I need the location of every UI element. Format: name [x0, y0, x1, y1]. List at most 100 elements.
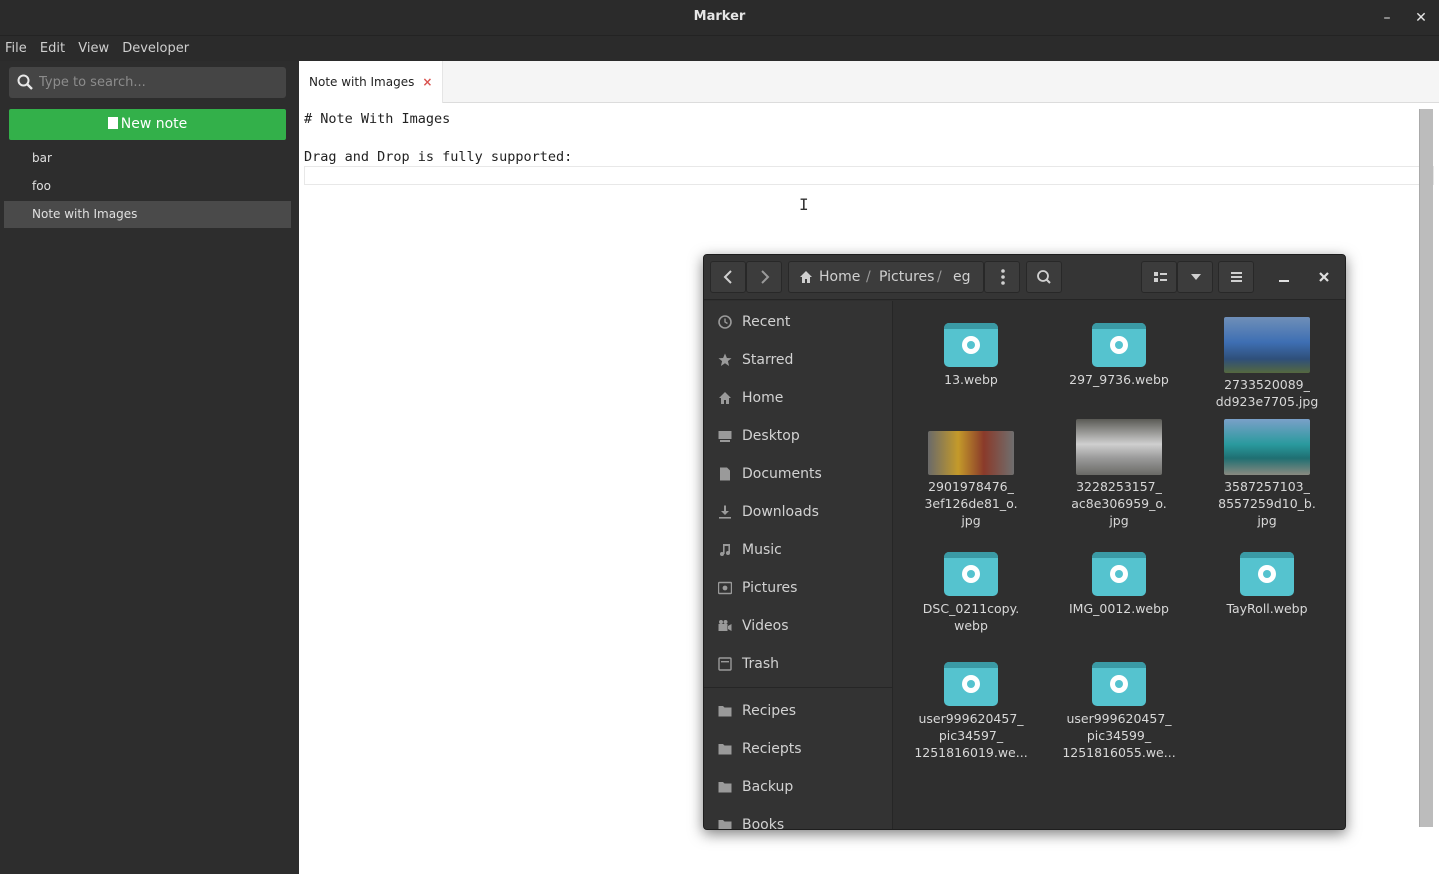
download-icon [719, 505, 731, 519]
photo-thumbnail [1224, 419, 1310, 475]
close-window-button[interactable]: ✕ [1411, 8, 1431, 28]
file-name: 13.webp [944, 372, 998, 387]
note-item-note-with-images[interactable]: Note with Images [4, 201, 291, 228]
file-item[interactable]: 2901978476_ 3ef126de81_o. jpg [901, 431, 1041, 529]
photo-thumbnail [1224, 317, 1310, 373]
file-name: 2901978476_ 3ef126de81_o. jpg [924, 479, 1018, 528]
image-file-icon [1092, 552, 1146, 596]
search-files-button[interactable] [1026, 261, 1062, 293]
tab-note-with-images[interactable]: Note with Images × [299, 61, 444, 103]
menu-file[interactable]: File [0, 36, 31, 61]
tab-label: Note with Images [309, 75, 415, 89]
file-name: IMG_0012.webp [1069, 601, 1169, 616]
notes-sidebar: New note bar foo Note with Images [0, 61, 299, 874]
file-name: 297_9736.webp [1069, 372, 1169, 387]
places-sidebar: Recent Starred Home Desktop Documents Do… [704, 301, 893, 829]
window-title: Marker [693, 9, 746, 24]
file-item[interactable]: 3587257103_ 8557259d10_b. jpg [1197, 419, 1337, 529]
breadcrumb-pictures[interactable]: Pictures [879, 262, 934, 292]
path-menu-button[interactable] [984, 261, 1020, 293]
file-item[interactable]: 297_9736.webp [1049, 323, 1189, 388]
file-name: 3587257103_ 8557259d10_b. jpg [1218, 479, 1316, 528]
image-file-icon [1092, 323, 1146, 367]
place-label: Music [742, 542, 782, 558]
menu-view[interactable]: View [73, 36, 113, 61]
folder-icon [718, 744, 732, 755]
new-note-label: New note [120, 116, 188, 132]
video-icon [718, 620, 732, 631]
breadcrumb-separator: / [937, 269, 942, 285]
breadcrumb-home[interactable]: Home [819, 262, 860, 292]
minimize-icon [1279, 280, 1289, 282]
image-file-icon [1092, 662, 1146, 706]
picture-icon [718, 581, 732, 595]
close-icon [1319, 272, 1329, 282]
place-label: Reciepts [742, 741, 802, 757]
editor-line: # Note With Images [304, 111, 451, 127]
file-item[interactable]: DSC_0211copy. webp [901, 552, 1041, 634]
hamburger-icon [1231, 272, 1242, 282]
photo-thumbnail [1076, 419, 1162, 475]
file-name: user999620457_ pic34597_ 1251816019.we..… [914, 711, 1028, 760]
image-file-icon [944, 662, 998, 706]
image-file-icon [944, 323, 998, 367]
menu-edit[interactable]: Edit [35, 36, 69, 61]
current-line-highlight [304, 166, 1434, 185]
forward-button[interactable] [746, 261, 782, 293]
document-icon [720, 467, 730, 481]
file-name: TayRoll.webp [1226, 601, 1308, 616]
place-label: Trash [742, 656, 779, 672]
file-item[interactable]: 2733520089_ dd923e7705.jpg [1197, 317, 1337, 410]
music-icon [720, 544, 730, 556]
place-label: Documents [742, 466, 822, 482]
breadcrumb-separator: / [866, 269, 871, 285]
search-icon [17, 74, 33, 90]
place-label: Recent [742, 314, 791, 330]
chevron-right-icon [761, 270, 770, 284]
file-item[interactable]: IMG_0012.webp [1049, 552, 1189, 617]
place-label: Starred [742, 352, 794, 368]
file-item[interactable]: 3228253157_ ac8e306959_o. jpg [1049, 419, 1189, 529]
tab-bar: Note with Images × [299, 61, 1439, 103]
note-item-bar[interactable]: bar [4, 145, 291, 172]
file-item[interactable]: user999620457_ pic34597_ 1251816019.we..… [901, 662, 1041, 761]
place-label: Home [742, 390, 784, 406]
folder-icon [718, 820, 732, 829]
search-box [9, 67, 286, 98]
chevron-left-icon [723, 270, 732, 284]
image-file-icon [1240, 552, 1294, 596]
vertical-dots-icon [1001, 269, 1005, 285]
text-cursor-icon: I [799, 195, 809, 214]
dialog-close-button[interactable] [1312, 265, 1336, 289]
back-button[interactable] [710, 261, 746, 293]
note-item-foo[interactable]: foo [4, 173, 291, 200]
markdown-editor[interactable]: # Note With Images Drag and Drop is full… [304, 110, 572, 167]
file-item[interactable]: user999620457_ pic34599_ 1251816055.we..… [1049, 662, 1189, 761]
note-title: bar [32, 151, 52, 165]
minimize-button[interactable]: – [1377, 8, 1397, 28]
editor-scrollbar[interactable] [1419, 109, 1433, 827]
note-title: foo [32, 179, 51, 193]
list-view-icon [1154, 272, 1167, 282]
new-note-icon [107, 117, 118, 129]
file-item[interactable]: TayRoll.webp [1197, 552, 1337, 617]
file-name: 2733520089_ dd923e7705.jpg [1215, 377, 1319, 409]
new-note-button[interactable]: New note [9, 109, 286, 140]
file-name: user999620457_ pic34599_ 1251816055.we..… [1062, 711, 1176, 760]
title-bar: Marker – ✕ [0, 0, 1439, 35]
home-icon [800, 271, 812, 283]
breadcrumb-eg[interactable]: eg [953, 262, 971, 292]
close-icon: ✕ [1415, 10, 1427, 26]
file-item[interactable]: 13.webp [901, 323, 1041, 388]
main-menu-button[interactable] [1218, 261, 1254, 293]
tab-close-icon[interactable]: × [422, 75, 432, 89]
view-options-button[interactable] [1177, 261, 1213, 293]
menu-developer[interactable]: Developer [117, 36, 193, 61]
place-label: Recipes [742, 703, 797, 719]
view-mode-button[interactable] [1141, 261, 1177, 293]
dialog-minimize-button[interactable] [1272, 265, 1296, 289]
places-divider [704, 687, 893, 688]
minimize-icon: – [1383, 10, 1391, 26]
search-input[interactable] [39, 67, 279, 98]
